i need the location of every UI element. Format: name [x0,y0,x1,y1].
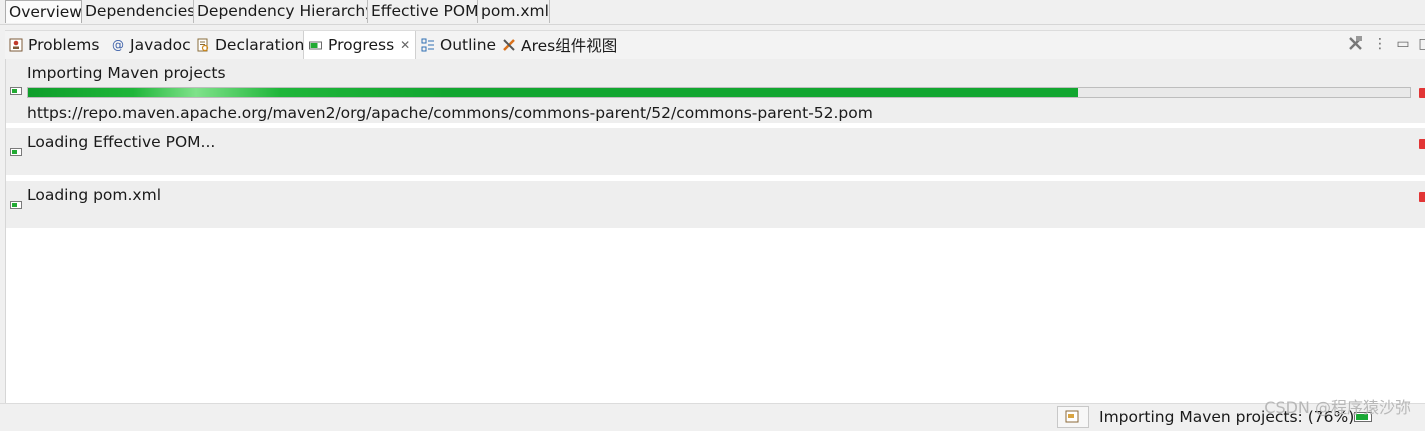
job-detail: https://repo.maven.apache.org/maven2/org… [27,104,873,122]
job-progress-icon [10,87,22,95]
tab-progress-label: Progress [328,36,395,54]
job-progress-icon [10,148,22,156]
stop-job-button[interactable] [1419,139,1425,149]
ares-icon [502,38,516,52]
watermark: CSDN @程序猿沙弥 [1264,398,1411,417]
background-tasks-button[interactable] [1057,406,1089,428]
remove-all-finished-icon[interactable] [1348,35,1364,53]
tab-declaration[interactable]: Declaration [196,31,304,59]
tab-ares-label: Ares组件视图 [521,37,618,55]
job-item: Loading Effective POM... [6,128,1425,175]
tab-declaration-label: Declaration [215,36,305,54]
tab-overview[interactable]: Overview [5,0,82,23]
status-bar: Importing Maven projects: (76%) [0,403,1425,430]
tab-effective-pom[interactable]: Effective POM [368,0,478,23]
problems-icon [9,38,23,52]
close-tab-icon[interactable]: ✕ [400,38,410,52]
tab-outline[interactable]: Outline [421,31,496,59]
stop-job-button[interactable] [1419,88,1425,98]
progress-view: Importing Maven projects https://repo.ma… [5,59,1425,403]
outline-icon [421,38,435,52]
javadoc-icon: @ [112,38,124,52]
stop-job-button[interactable] [1419,192,1425,202]
job-progress-icon [10,201,22,209]
view-menu-icon[interactable]: ⋮ [1372,35,1388,53]
job-progress-bar [27,87,1411,98]
tab-pom-xml[interactable]: pom.xml [478,0,550,23]
job-title: Importing Maven projects [27,64,226,82]
progress-icon [309,38,323,52]
editor-tab-bar: Overview Dependencies Dependency Hierarc… [0,0,1425,25]
view-tab-bar: Problems @ Javadoc Declaration Progress … [5,30,1425,60]
job-item: Loading pom.xml [6,181,1425,228]
tab-problems-label: Problems [28,36,100,54]
job-item: Importing Maven projects https://repo.ma… [6,59,1425,123]
tab-dependencies[interactable]: Dependencies [82,0,194,23]
job-title: Loading pom.xml [27,186,162,204]
tab-progress[interactable]: Progress ✕ [303,31,416,59]
tab-ares[interactable]: Ares组件视图 [502,31,617,59]
tab-javadoc[interactable]: @ Javadoc [111,31,191,59]
minimize-icon[interactable]: ▭ [1395,35,1411,53]
tab-outline-label: Outline [440,36,497,54]
job-progress-fill [28,88,1079,97]
tab-problems[interactable]: Problems [9,31,99,59]
tab-dependency-hierarchy[interactable]: Dependency Hierarchy [194,0,368,23]
tab-javadoc-label: Javadoc [130,36,191,54]
job-title: Loading Effective POM... [27,133,216,151]
declaration-icon [196,38,210,52]
maximize-icon[interactable]: □ [1417,35,1425,53]
